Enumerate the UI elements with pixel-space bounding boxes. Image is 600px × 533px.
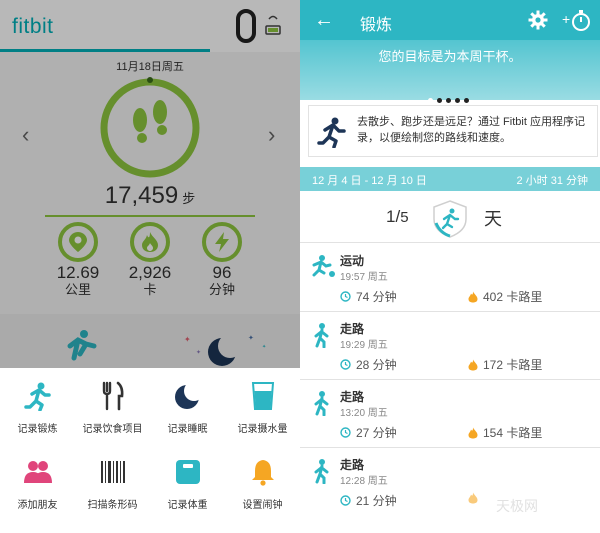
activity-calories: 402 卡路里 bbox=[468, 288, 542, 305]
walk-icon bbox=[314, 323, 329, 348]
goal-carousel[interactable]: 您的目标是为本周干杯。 bbox=[300, 36, 600, 103]
activity-row[interactable]: 走路 19:29 周五 28 分钟 172 卡路里 bbox=[300, 312, 600, 380]
log-sleep-label: 记录睡眠 bbox=[167, 424, 208, 435]
log-exercise-label: 记录锻炼 bbox=[17, 424, 58, 435]
exercise-badge-icon bbox=[433, 200, 467, 238]
add-friend-label: 添加朋友 bbox=[17, 500, 58, 511]
activity-row[interactable]: 运动 19:57 周五 74 分钟 402 卡路里 bbox=[300, 244, 600, 312]
tip-card[interactable]: 去散步、跑步还是远足？通过 Fitbit 应用程序记录，以便绘制您的路线和速度。 bbox=[308, 105, 598, 157]
scan-barcode-label: 扫描条形码 bbox=[87, 500, 138, 511]
weekly-progress[interactable]: 1/5 天 bbox=[300, 193, 600, 243]
friends-icon bbox=[23, 461, 52, 483]
activity-duration: 21 分钟 bbox=[340, 492, 397, 509]
dim-overlay[interactable] bbox=[0, 0, 300, 368]
activity-calories bbox=[468, 492, 483, 504]
log-water-button[interactable]: 记录摄水量 bbox=[225, 380, 300, 435]
activity-name: 走路 bbox=[340, 322, 365, 336]
exercise-pane: 您的目标是为本周干杯。 ← 锻炼 + 去散步、跑步还是远足？通过 Fitbit … bbox=[300, 0, 600, 533]
log-food-button[interactable]: 记录饮食项目 bbox=[75, 380, 150, 435]
walk-icon bbox=[314, 391, 329, 416]
activity-time: 19:29 周五 bbox=[340, 340, 388, 351]
flame-icon bbox=[468, 291, 478, 302]
log-water-label: 记录摄水量 bbox=[237, 424, 288, 435]
log-weight-button[interactable]: 记录体重 bbox=[150, 456, 225, 511]
tip-text: 去散步、跑步还是远足？通过 Fitbit 应用程序记录，以便绘制您的路线和速度。 bbox=[357, 116, 585, 144]
exercise-header: ← 锻炼 + bbox=[300, 0, 600, 40]
activity-duration: 28 分钟 bbox=[340, 356, 397, 373]
activity-time: 12:28 周五 bbox=[340, 476, 388, 487]
bell-icon bbox=[251, 460, 274, 486]
activity-calories: 172 卡路里 bbox=[468, 356, 542, 373]
progress-total: 5 bbox=[400, 209, 409, 226]
clock-icon bbox=[340, 495, 351, 506]
log-exercise-button[interactable]: 记录锻炼 bbox=[0, 380, 75, 435]
log-weight-label: 记录体重 bbox=[167, 500, 208, 511]
week-total: 2 小时 31 分钟 bbox=[516, 175, 588, 187]
dashboard-pane: fitbit 11月18日周五 ‹ › 17,459 步 12.69 公里 2,… bbox=[0, 0, 300, 533]
activity-calories: 154 卡路里 bbox=[468, 424, 542, 441]
week-summary-bar[interactable]: 12 月 4 日 - 12 月 10 日 2 小时 31 分钟 bbox=[300, 167, 600, 191]
activity-row[interactable]: 走路 12:28 周五 21 分钟 bbox=[300, 448, 600, 516]
back-arrow-icon[interactable]: ← bbox=[314, 9, 334, 32]
progress-fraction: 1/5 bbox=[386, 207, 409, 226]
clock-icon bbox=[340, 291, 351, 302]
flame-icon bbox=[468, 359, 478, 370]
goal-text: 您的目标是为本周干杯。 bbox=[378, 49, 522, 64]
log-sleep-button[interactable]: 记录睡眠 bbox=[150, 380, 225, 435]
page-title: 锻炼 bbox=[360, 17, 393, 34]
week-range: 12 月 4 日 - 12 月 10 日 bbox=[312, 175, 427, 187]
runner-icon bbox=[317, 117, 346, 148]
activity-name: 走路 bbox=[340, 458, 365, 472]
activity-duration: 27 分钟 bbox=[340, 424, 397, 441]
water-glass-icon bbox=[251, 382, 274, 410]
barcode-icon bbox=[100, 461, 125, 483]
scale-icon bbox=[175, 460, 200, 484]
activity-duration: 74 分钟 bbox=[340, 288, 397, 305]
activity-name: 运动 bbox=[340, 254, 365, 268]
set-alarm-button[interactable]: 设置闹钟 bbox=[225, 456, 300, 511]
add-timer-icon[interactable]: + bbox=[562, 8, 592, 32]
clock-icon bbox=[340, 359, 351, 370]
fork-knife-icon bbox=[102, 381, 123, 411]
log-food-label: 记录饮食项目 bbox=[82, 424, 143, 435]
quick-log-menu: 记录锻炼 记录饮食项目 记录睡眠 记录摄水量 添加朋友 扫描条形码 记录体重 设… bbox=[0, 368, 300, 533]
flame-icon bbox=[468, 492, 478, 504]
add-friend-button[interactable]: 添加朋友 bbox=[0, 456, 75, 511]
set-alarm-label: 设置闹钟 bbox=[242, 500, 283, 511]
scan-barcode-button[interactable]: 扫描条形码 bbox=[75, 456, 150, 511]
gear-icon[interactable] bbox=[528, 10, 548, 30]
soccer-icon bbox=[312, 255, 335, 277]
moon-icon bbox=[174, 382, 202, 409]
activity-time: 13:20 周五 bbox=[340, 408, 388, 419]
svg-text:+: + bbox=[562, 11, 570, 27]
progress-done: 1 bbox=[386, 207, 396, 226]
clock-icon bbox=[340, 427, 351, 438]
activity-row[interactable]: 走路 13:20 周五 27 分钟 154 卡路里 bbox=[300, 380, 600, 448]
watermark: 天极网 bbox=[496, 498, 538, 514]
runner-icon bbox=[23, 382, 51, 411]
walk-icon bbox=[314, 459, 329, 484]
activity-name: 走路 bbox=[340, 390, 365, 404]
progress-unit: 天 bbox=[484, 209, 502, 229]
activity-time: 19:57 周五 bbox=[340, 272, 388, 283]
flame-icon bbox=[468, 427, 478, 438]
